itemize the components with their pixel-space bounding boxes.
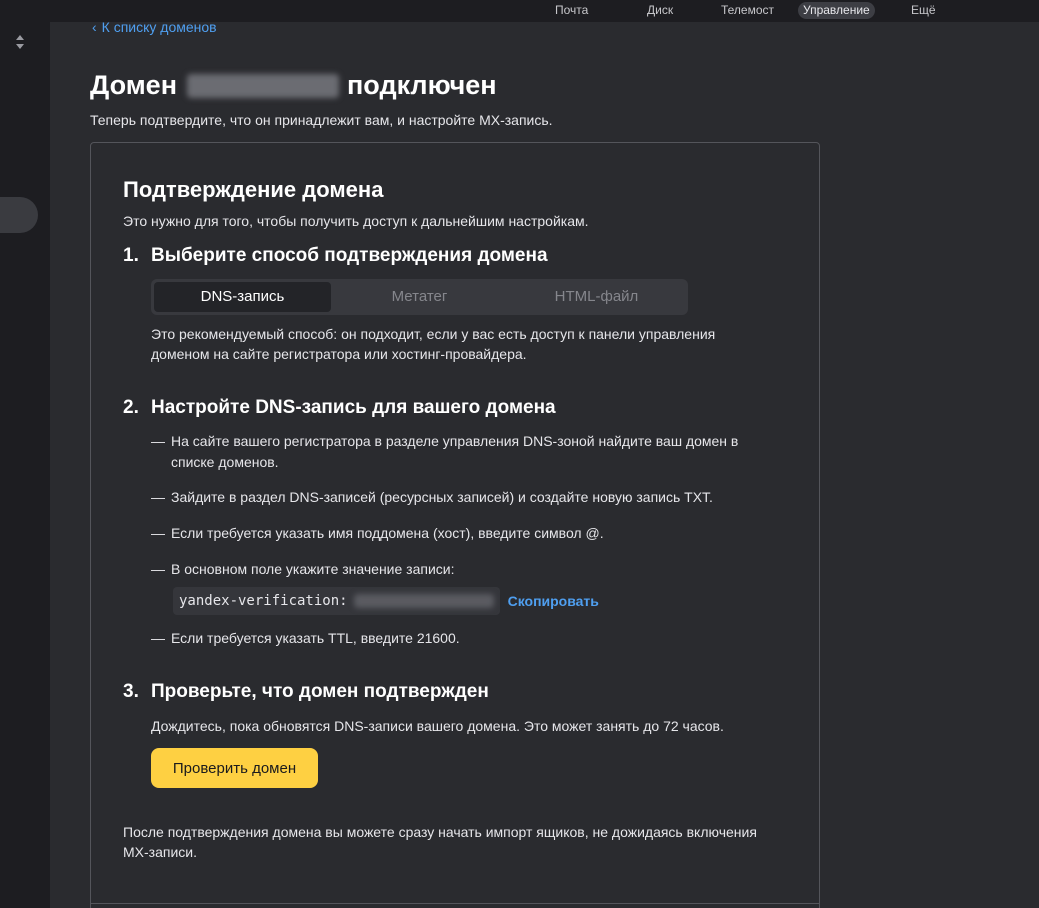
- nav-item-disk[interactable]: Диск: [647, 2, 673, 19]
- step-2-title: 2. Настройте DNS-запись для вашего домена: [123, 397, 556, 419]
- copy-button[interactable]: Скопировать: [508, 593, 599, 609]
- step-1-number: 1.: [123, 245, 139, 266]
- page-subtitle: Теперь подтвердите, что он принадлежит в…: [90, 112, 553, 128]
- dash-marker: —: [151, 489, 165, 505]
- list-item-text: Если требуется указать имя поддомена (хо…: [171, 525, 604, 541]
- card-description: Это нужно для того, чтобы получить досту…: [123, 213, 589, 229]
- list-item-text: Зайдите в раздел DNS-записей (ресурсных …: [171, 489, 713, 505]
- dash-marker: —: [151, 630, 165, 646]
- divider: [91, 903, 819, 904]
- tab-dns-record[interactable]: DNS-запись: [154, 282, 331, 312]
- nav-item-more[interactable]: Ещё: [911, 2, 936, 19]
- list-item: — Если требуется указать имя поддомена (…: [151, 523, 791, 544]
- nav-item-management[interactable]: Управление: [798, 2, 875, 19]
- list-item: — Зайдите в раздел DNS-записей (ресурсны…: [151, 487, 791, 508]
- list-item-text: Если требуется указать TTL, введите 2160…: [171, 630, 460, 646]
- page-title: Домен подключен: [90, 70, 497, 101]
- dash-marker: —: [151, 433, 165, 449]
- left-sidebar: [0, 0, 50, 908]
- step-3-title-text: Проверьте, что домен подтвержден: [151, 681, 489, 702]
- back-to-domains-link[interactable]: ‹ К списку доменов: [92, 19, 217, 35]
- list-item-text: На сайте вашего регистратора в разделе у…: [171, 433, 739, 470]
- list-item-text: В основном поле укажите значение записи:: [171, 561, 455, 577]
- footer-note: После подтверждения домена вы можете сра…: [123, 824, 757, 860]
- sidebar-active-item[interactable]: [0, 197, 38, 233]
- verification-method-selector: DNS-запись Метатег HTML-файл: [151, 279, 688, 315]
- tab-metatag[interactable]: Метатег: [331, 282, 508, 312]
- page-title-prefix: Домен: [90, 70, 177, 100]
- list-item: — На сайте вашего регистратора в разделе…: [151, 431, 771, 473]
- tab-html-file[interactable]: HTML-файл: [508, 282, 685, 312]
- blurred-verification-token: [353, 594, 494, 608]
- sort-arrows-icon[interactable]: [14, 34, 26, 50]
- step-3-note: Дождитесь, пока обновятся DNS-записи ваш…: [151, 718, 724, 734]
- chevron-left-icon: ‹: [92, 19, 97, 35]
- step-3-number: 3.: [123, 681, 139, 702]
- step-3-title: 3. Проверьте, что домен подтвержден: [123, 681, 489, 703]
- nav-item-mail[interactable]: Почта: [555, 2, 588, 19]
- list-item: — Если требуется указать TTL, введите 21…: [151, 628, 791, 649]
- verification-code-box[interactable]: yandex-verification:: [173, 587, 500, 615]
- list-item: — В основном поле укажите значение запис…: [151, 559, 791, 580]
- step-1-title-text: Выберите способ подтверждения домена: [151, 245, 548, 266]
- verification-code-row: yandex-verification: Скопировать: [173, 587, 599, 615]
- verification-code-prefix: yandex-verification:: [179, 593, 348, 609]
- nav-item-telemost[interactable]: Телемост: [721, 2, 774, 19]
- dash-marker: —: [151, 561, 165, 577]
- step-1-title: 1. Выберите способ подтверждения домена: [123, 245, 548, 267]
- dash-marker: —: [151, 525, 165, 541]
- step-1-note: Это рекомендуемый способ: он подходит, е…: [151, 326, 716, 362]
- check-domain-button[interactable]: Проверить домен: [151, 748, 318, 788]
- back-link-label: К списку доменов: [101, 19, 217, 35]
- step-2-number: 2.: [123, 397, 139, 418]
- step-2-title-text: Настройте DNS-запись для вашего домена: [151, 397, 556, 418]
- card-title: Подтверждение домена: [123, 177, 384, 202]
- domain-verification-card: Подтверждение домена Это нужно для того,…: [90, 142, 820, 908]
- blurred-domain-name: [187, 73, 339, 98]
- page-title-suffix: подключен: [347, 70, 497, 100]
